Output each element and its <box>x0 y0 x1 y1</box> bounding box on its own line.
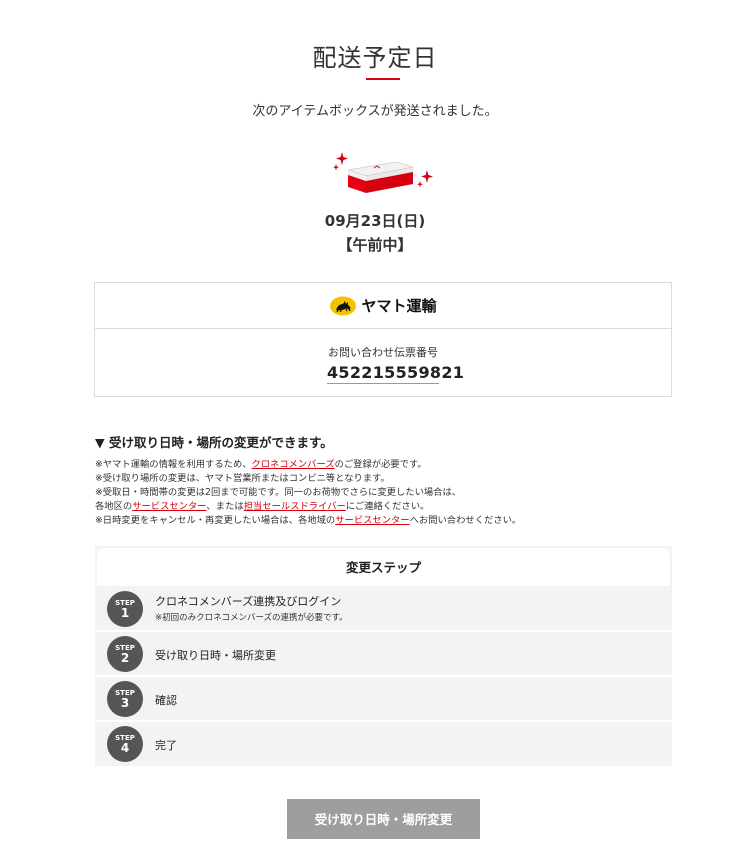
step-badge: STEP 1 <box>107 591 143 627</box>
step-title: クロネコメンバーズ連携及びログイン <box>155 595 342 608</box>
step-badge: STEP 4 <box>107 726 143 762</box>
page-subtitle: 次のアイテムボックスが発送されました。 <box>252 104 498 119</box>
carrier-row: ヤマト運輸 <box>95 283 671 329</box>
delivery-date: 09月23日(日) <box>324 212 426 230</box>
step-title: 受け取り日時・場所変更 <box>155 649 276 662</box>
step-title: 確認 <box>155 694 177 707</box>
step-row: STEP 4 完了 <box>95 722 672 766</box>
notice-text: 、または <box>206 501 244 512</box>
notice-text: のご登録が必要です。 <box>334 459 427 470</box>
step-title: 完了 <box>155 739 177 752</box>
step-badge: STEP 2 <box>107 636 143 672</box>
sales-driver-link[interactable]: 担当セールスドライバー <box>244 501 346 512</box>
notice-text: へお問い合わせください。 <box>409 515 522 526</box>
notice-text: ※日時変更をキャンセル・再変更したい場合は、各地域の <box>95 515 336 526</box>
change-delivery-button[interactable]: 受け取り日時・場所変更 <box>287 799 480 839</box>
notice-line: ※受け取り場所の変更は、ヤマト営業所またはコンビニ等となります。 <box>95 473 390 484</box>
item-box-icon <box>333 152 433 193</box>
notice-text: 各地区の <box>95 501 133 512</box>
delivery-time-window: 【午前中】 <box>337 236 413 254</box>
kuroneko-members-link[interactable]: クロネコメンバーズ <box>252 459 335 470</box>
step-badge: STEP 3 <box>107 681 143 717</box>
tracking-card: ヤマト運輸 お問い合わせ伝票番号 452215559821 <box>94 282 672 397</box>
page-title: 配送予定日 <box>312 44 438 72</box>
step-badge-number: 2 <box>120 651 130 665</box>
notice-line: ※日時変更をキャンセル・再変更したい場合は、各地域のサービスセンターへお問い合わ… <box>95 514 695 528</box>
step-note: ※初回のみクロネコメンバーズの連携が必要です。 <box>155 613 348 623</box>
title-underline <box>366 78 400 80</box>
notice-text: にご連絡ください。 <box>345 501 430 512</box>
black-cat-icon <box>330 296 357 315</box>
notice-text: ※ヤマト運輸の情報を利用するため、 <box>95 459 252 470</box>
notice-notes: ※ヤマト運輸の情報を利用するため、クロネコメンバーズのご登録が必要です。 ※受け… <box>95 458 695 528</box>
notice-line: ※ヤマト運輸の情報を利用するため、クロネコメンバーズのご登録が必要です。 <box>95 458 695 472</box>
change-steps-card: 変更ステップ STEP 1 クロネコメンバーズ連携及びログイン ※初回のみクロネ… <box>95 546 672 766</box>
tracking-number[interactable]: 452215559821 <box>327 363 464 384</box>
carrier-name: ヤマト運輸 <box>361 297 437 315</box>
page: 配送予定日 次のアイテムボックスが発送されました。 09月23日(日) 【午前中… <box>0 0 750 866</box>
notice-line: 各地区のサービスセンター、または担当セールスドライバーにご連絡ください。 <box>95 500 695 514</box>
service-center-link-2[interactable]: サービスセンター <box>335 515 409 526</box>
step-row: STEP 2 受け取り日時・場所変更 <box>95 632 672 677</box>
tracking-number-label: お問い合わせ伝票番号 <box>328 346 438 359</box>
step-badge-number: 4 <box>120 741 130 755</box>
step-badge-number: 3 <box>120 696 130 710</box>
steps-heading: 変更ステップ <box>97 548 670 586</box>
notice-line: ※受取日・時間帯の変更は2回まで可能です。同一のお荷物でさらに変更したい場合は、 <box>95 487 462 498</box>
step-badge-number: 1 <box>120 606 130 620</box>
step-row: STEP 3 確認 <box>95 677 672 722</box>
step-row: STEP 1 クロネコメンバーズ連携及びログイン ※初回のみクロネコメンバーズの… <box>95 586 672 632</box>
change-notice-heading: ▼ 受け取り日時・場所の変更ができます。 <box>95 435 333 450</box>
service-center-link[interactable]: サービスセンター <box>132 501 206 512</box>
